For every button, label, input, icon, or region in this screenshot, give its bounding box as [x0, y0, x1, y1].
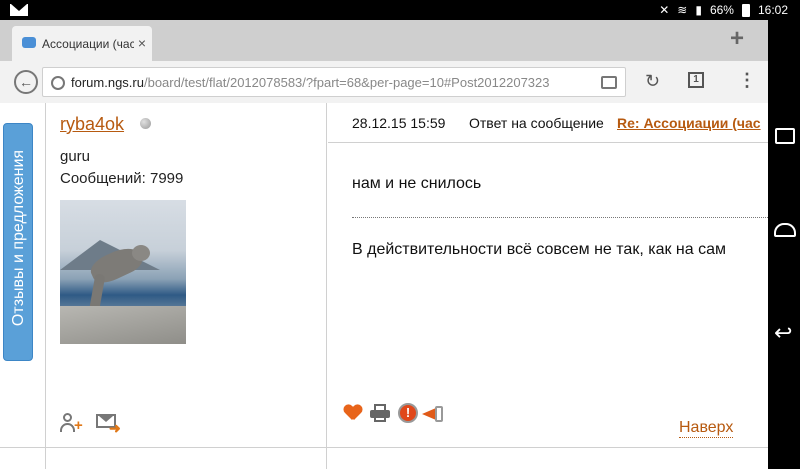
post-panel: 28.12.15 15:59 Ответ на сообщение Re: Ас…	[328, 103, 768, 447]
post-body: В действительности всё совсем не так, ка…	[352, 241, 726, 258]
avatar-cat-head	[132, 245, 150, 261]
url-path: /board/test/flat/2012078583/?fpart=68&pe…	[143, 75, 550, 90]
forum-page: Отзывы и предложения ryba4ok guru Сообще…	[0, 103, 768, 469]
status-bar: ✕ ≋ ▮ 66% 16:02	[0, 0, 800, 20]
url-domain: forum.ngs.ru	[71, 75, 144, 90]
author-message-count: Сообщений: 7999	[60, 170, 184, 187]
avatar-wall	[60, 306, 186, 344]
print-icon[interactable]	[370, 404, 390, 422]
recent-apps-button[interactable]	[775, 128, 795, 144]
close-icon[interactable]: ×	[138, 35, 146, 51]
post-date: 28.12.15 15:59	[352, 115, 446, 131]
android-screen: ✕ ≋ ▮ 66% 16:02 Ассоциации (час × + ← fo…	[0, 0, 800, 469]
reload-button[interactable]: ↻	[645, 71, 660, 92]
mute-icon: ✕	[659, 3, 670, 17]
private-message-icon[interactable]: ➜	[96, 414, 121, 436]
address-bar[interactable]: forum.ngs.ru/board/test/flat/2012078583/…	[42, 67, 626, 97]
next-post-row	[0, 447, 768, 469]
megaphone-icon[interactable]	[422, 406, 448, 422]
heart-icon[interactable]	[344, 405, 362, 421]
avatar[interactable]	[60, 200, 186, 344]
warning-icon[interactable]: !	[398, 403, 418, 423]
tab-switcher-button[interactable]: 1	[688, 72, 704, 88]
reply-label: Ответ на сообщение	[469, 115, 604, 131]
reader-mode-icon[interactable]	[601, 76, 617, 89]
wifi-icon: ≋	[677, 3, 688, 17]
globe-icon	[51, 76, 65, 90]
reply-to-link[interactable]: Re: Ассоциации (час	[617, 115, 768, 131]
back-nav-button[interactable]: ↩	[774, 320, 792, 346]
post-actions: !	[342, 401, 472, 425]
battery-percent: 66%	[709, 3, 734, 17]
home-button[interactable]	[774, 223, 796, 237]
new-tab-button[interactable]: +	[730, 25, 744, 53]
mail-notification-icon	[10, 4, 28, 16]
feedback-tab-label: Отзывы и предложения	[10, 149, 27, 327]
back-button[interactable]: ←	[14, 70, 38, 94]
feedback-tab[interactable]: Отзывы и предложения	[3, 123, 33, 361]
quote-divider	[352, 217, 768, 218]
author-name-link[interactable]: ryba4ok	[60, 114, 124, 135]
post-header: 28.12.15 15:59 Ответ на сообщение Re: Ас…	[328, 103, 768, 143]
clock: 16:02	[757, 3, 788, 17]
url-text[interactable]: forum.ngs.ru/board/test/flat/2012078583/…	[71, 75, 591, 90]
browser-toolbar: ← forum.ngs.ru/board/test/flat/201207858…	[0, 61, 768, 103]
author-panel: ryba4ok guru Сообщений: 7999 + ➜	[45, 103, 327, 447]
author-rank: guru	[60, 148, 91, 165]
navigation-bar: ↩	[768, 20, 800, 469]
back-to-top-link[interactable]: Наверх	[679, 419, 734, 438]
battery-icon	[741, 3, 750, 17]
quoted-text: нам и не снилось	[352, 175, 482, 192]
chat-bubble-icon	[22, 37, 36, 48]
status-indicators: ✕ ≋ ▮ 66% 16:02	[659, 2, 788, 18]
browser-chrome: Ассоциации (час × + ← forum.ngs.ru/board…	[0, 20, 768, 103]
signal-icon: ▮	[695, 3, 702, 17]
menu-button[interactable]: ⋮	[738, 70, 756, 91]
add-friend-icon[interactable]: +	[60, 413, 84, 434]
offline-status-icon	[140, 118, 151, 129]
tab-title: Ассоциации (час	[42, 37, 134, 51]
browser-tab[interactable]: Ассоциации (час ×	[12, 26, 152, 61]
